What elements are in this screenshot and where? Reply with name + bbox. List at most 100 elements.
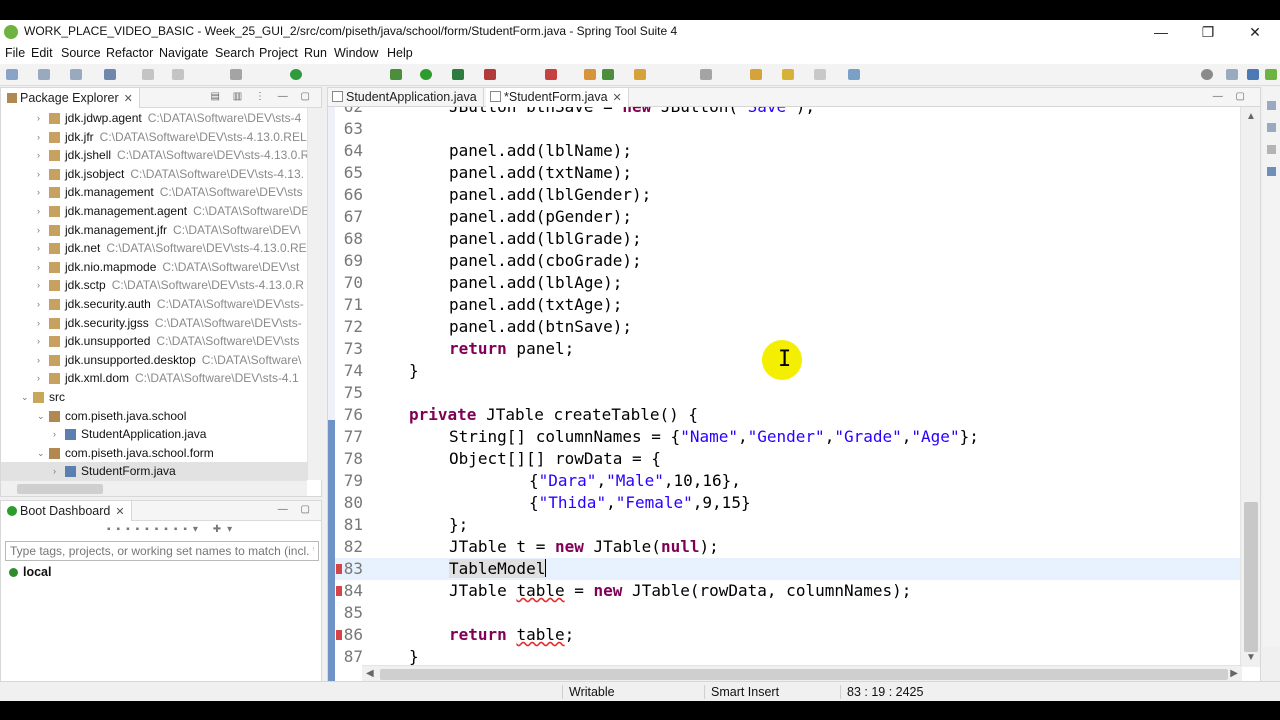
new-server-icon[interactable] xyxy=(545,69,557,80)
new-package-icon[interactable] xyxy=(602,69,614,80)
tree-item[interactable]: › jdk.management C:\DATA\Software\DEV\sts xyxy=(1,183,307,202)
new-java-project-icon[interactable] xyxy=(584,69,596,80)
tree-item[interactable]: › jdk.xml.dom C:\DATA\Software\DEV\sts-4.1 xyxy=(1,369,307,388)
tree-item[interactable]: › jdk.unsupported C:\DATA\Software\DEV\sts xyxy=(1,332,307,351)
scroll-left-icon[interactable]: ◀ xyxy=(366,668,374,679)
expand-arrow-icon[interactable]: › xyxy=(53,425,56,443)
code-line[interactable]: 62 JButton btnSave = new JButton("Save"); xyxy=(335,107,1240,118)
editor-vertical-scrollbar[interactable]: ▲ ▼ xyxy=(1240,107,1260,667)
package-tree-horizontal-scrollbar[interactable] xyxy=(1,480,307,496)
close-window-button[interactable]: ✕ xyxy=(1232,20,1278,44)
tree-item[interactable]: › jdk.security.jgss C:\DATA\Software\DEV\s… xyxy=(1,314,307,333)
menu-search[interactable]: Search xyxy=(215,46,255,60)
tree-item[interactable]: › jdk.jdwp.agent C:\DATA\Software\DEV\sts-… xyxy=(1,109,307,128)
tree-item[interactable]: › jdk.sctp C:\DATA\Software\DEV\sts-4.13.0… xyxy=(1,276,307,295)
code-line[interactable]: 79 {"Dara","Male",10,16}, xyxy=(335,470,1240,492)
code-line[interactable]: 81}; xyxy=(335,514,1240,536)
collapse-arrow-icon[interactable]: ⌄ xyxy=(37,407,45,425)
scroll-down-icon[interactable]: ▼ xyxy=(1246,652,1256,663)
expand-arrow-icon[interactable]: › xyxy=(37,146,40,164)
forward-icon[interactable] xyxy=(814,69,826,80)
terminal-icon[interactable] xyxy=(104,69,116,80)
open-type-icon[interactable] xyxy=(700,69,712,80)
coverage-icon[interactable] xyxy=(452,69,464,80)
expand-arrow-icon[interactable]: › xyxy=(37,128,40,146)
code-line[interactable]: 82 JTable t = new JTable(null); xyxy=(335,536,1240,558)
view-controls[interactable]: — ▢ xyxy=(278,504,315,515)
expand-arrow-icon[interactable]: › xyxy=(37,109,40,127)
tab-student-application[interactable]: StudentApplication.java xyxy=(328,88,484,107)
code-line[interactable]: 63 xyxy=(335,118,1240,140)
code-line[interactable]: 87} xyxy=(335,646,1240,667)
code-line[interactable]: 80 {"Thida","Female",9,15} xyxy=(335,492,1240,514)
debug-icon[interactable] xyxy=(390,69,402,80)
close-icon[interactable]: ✕ xyxy=(613,92,622,104)
code-line[interactable]: 66 panel.add(lblGender); xyxy=(335,184,1240,206)
expand-arrow-icon[interactable]: › xyxy=(37,332,40,350)
new-icon[interactable] xyxy=(6,69,18,80)
expand-arrow-icon[interactable]: › xyxy=(37,314,40,332)
step-into-icon[interactable] xyxy=(230,69,242,80)
close-icon[interactable]: ✕ xyxy=(115,506,124,518)
code-line[interactable]: 64 panel.add(lblName); xyxy=(335,140,1240,162)
tab-package-explorer[interactable]: Package Explorer ✕ xyxy=(1,88,140,108)
code-line[interactable]: 84 JTable table = new JTable(rowData, col… xyxy=(335,580,1240,602)
external-tools-icon[interactable] xyxy=(484,69,496,80)
scroll-thumb[interactable] xyxy=(380,669,1228,680)
spring-perspective-icon[interactable] xyxy=(1265,69,1277,80)
expand-arrow-icon[interactable]: › xyxy=(37,276,40,294)
menu-navigate[interactable]: Navigate xyxy=(159,46,208,60)
code-line[interactable]: 68 panel.add(lblGrade); xyxy=(335,228,1240,250)
search-icon[interactable] xyxy=(1201,69,1213,80)
expand-arrow-icon[interactable]: › xyxy=(37,369,40,387)
expand-arrow-icon[interactable]: › xyxy=(37,239,40,257)
code-line[interactable]: 78 Object[][] rowData = { xyxy=(335,448,1240,470)
restore-button[interactable]: ❐ xyxy=(1185,20,1231,44)
code-line[interactable]: 67 panel.add(pGender); xyxy=(335,206,1240,228)
menu-run[interactable]: Run xyxy=(304,46,327,60)
tab-student-form[interactable]: *StudentForm.java ✕ xyxy=(486,88,629,107)
console-icon[interactable] xyxy=(1267,167,1276,176)
tree-item[interactable]: › jdk.unsupported.desktop C:\DATA\Software… xyxy=(1,351,307,370)
close-icon[interactable]: ✕ xyxy=(124,93,133,105)
expand-arrow-icon[interactable]: › xyxy=(37,258,40,276)
tree-item[interactable]: ⌄ src xyxy=(1,388,307,407)
code-line[interactable]: 69 panel.add(cboGrade); xyxy=(335,250,1240,272)
code-line[interactable]: 83 TableModel xyxy=(335,558,1240,580)
tree-item[interactable]: › jdk.jfr C:\DATA\Software\DEV\sts-4.13.0.… xyxy=(1,128,307,147)
tree-item[interactable]: › jdk.management.jfr C:\DATA\Software\DEV\ xyxy=(1,221,307,240)
package-tree-vertical-scrollbar[interactable] xyxy=(307,108,322,480)
code-line[interactable]: 86 return table; xyxy=(335,624,1240,646)
tree-item[interactable]: › jdk.jsobject C:\DATA\Software\DEV\sts-4.… xyxy=(1,165,307,184)
menu-help[interactable]: Help xyxy=(387,46,413,60)
scroll-up-icon[interactable]: ▲ xyxy=(1246,111,1256,122)
run-icon[interactable] xyxy=(420,69,432,80)
scroll-thumb[interactable] xyxy=(17,484,103,494)
skip-breakpoints-icon[interactable] xyxy=(142,69,154,80)
editor-horizontal-scrollbar[interactable]: ◀ ▶ xyxy=(362,665,1242,682)
code-line[interactable]: 72 panel.add(btnSave); xyxy=(335,316,1240,338)
code-line[interactable]: 71 panel.add(txtAge); xyxy=(335,294,1240,316)
menu-project[interactable]: Project xyxy=(259,46,298,60)
expand-arrow-icon[interactable]: › xyxy=(37,183,40,201)
code-line[interactable]: 70 panel.add(lblAge); xyxy=(335,272,1240,294)
suspend-icon[interactable] xyxy=(172,69,184,80)
boot-dashboard-filter-input[interactable] xyxy=(5,541,319,561)
editor-controls[interactable]: — ▢ xyxy=(1213,91,1250,102)
tree-item[interactable]: ⌄ com.piseth.java.school xyxy=(1,407,307,426)
search-tool-icon[interactable] xyxy=(750,69,762,80)
scroll-right-icon[interactable]: ▶ xyxy=(1230,668,1238,679)
menu-edit[interactable]: Edit xyxy=(31,46,53,60)
menu-refactor[interactable]: Refactor xyxy=(106,46,153,60)
save-all-icon[interactable] xyxy=(70,69,82,80)
collapse-arrow-icon[interactable]: ⌄ xyxy=(21,388,29,406)
pin-icon[interactable] xyxy=(848,69,860,80)
tree-item[interactable]: › StudentApplication.java xyxy=(1,425,307,444)
tree-item[interactable]: › jdk.nio.mapmode C:\DATA\Software\DEV\st xyxy=(1,258,307,277)
expand-arrow-icon[interactable]: › xyxy=(37,221,40,239)
tree-item[interactable]: › jdk.management.agent C:\DATA\Software\DE… xyxy=(1,202,307,221)
spring-boot-icon[interactable] xyxy=(290,69,302,80)
tree-item[interactable]: ⌄ com.piseth.java.school.form xyxy=(1,444,307,463)
java-perspective-icon[interactable] xyxy=(1247,69,1259,80)
open-perspective-icon[interactable] xyxy=(1226,69,1238,80)
